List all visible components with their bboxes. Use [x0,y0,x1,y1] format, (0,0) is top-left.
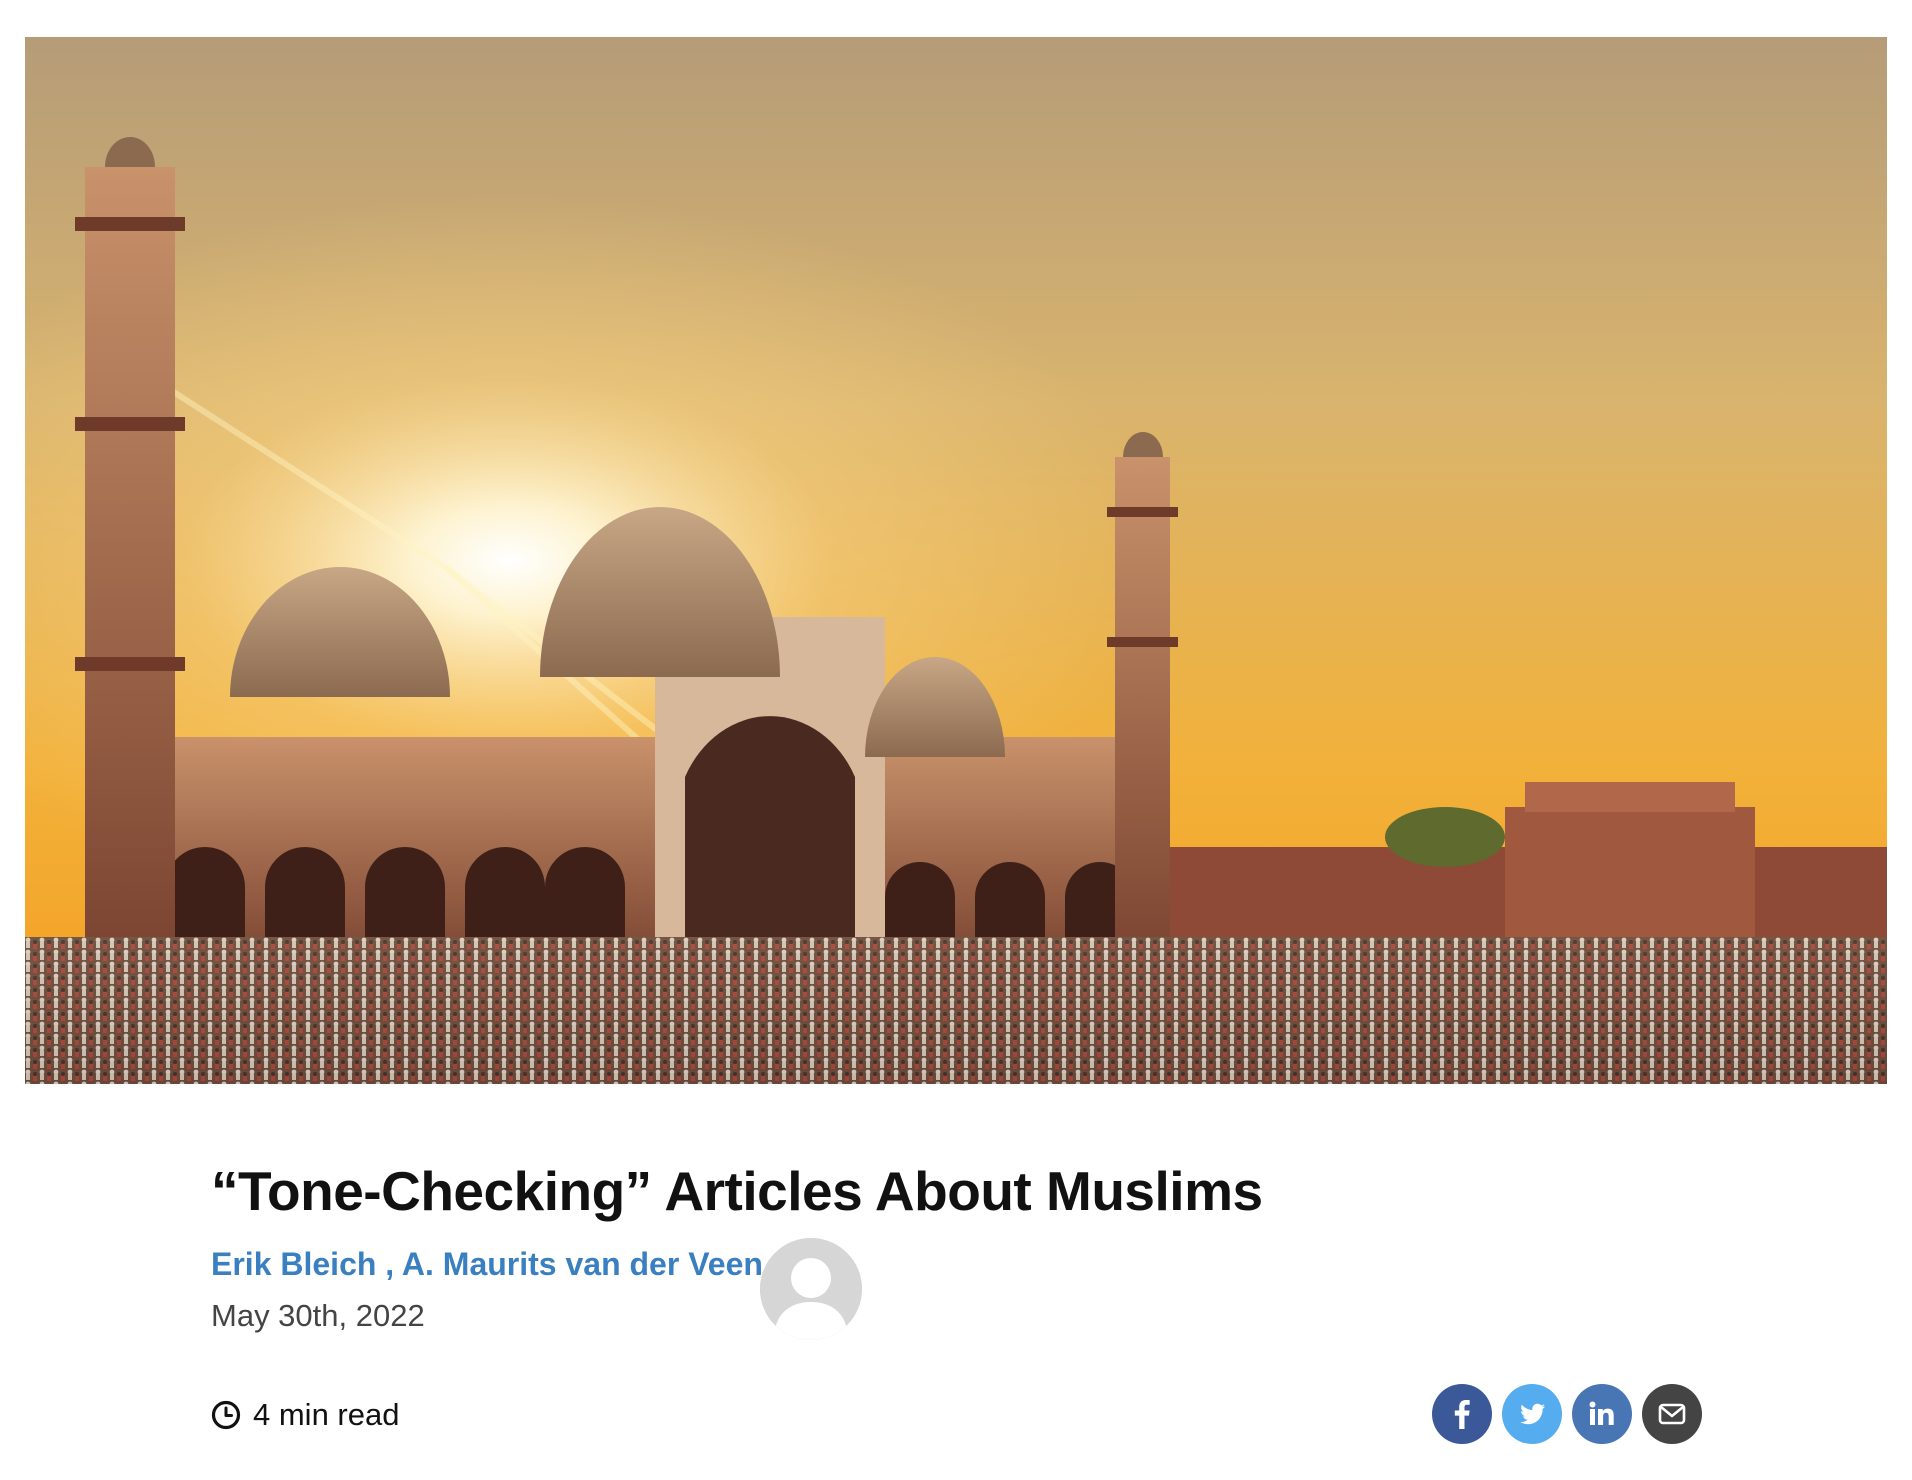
share-facebook-button[interactable] [1432,1384,1492,1444]
article-title: “Tone-Checking” Articles About Muslims [211,1160,1263,1222]
user-placeholder-icon [760,1238,862,1340]
facebook-icon [1454,1400,1470,1429]
share-twitter-button[interactable] [1502,1384,1562,1444]
share-buttons [1432,1384,1702,1444]
publish-date: May 30th, 2022 [211,1298,425,1333]
article-authors: Erik Bleich , A. Maurits van der Veen [211,1244,763,1284]
envelope-icon [1658,1403,1686,1425]
article-page: “Tone-Checking” Articles About Muslims E… [0,0,1912,1480]
author-link-maurits-van-der-veen[interactable]: A. Maurits van der Veen [402,1246,763,1282]
twitter-icon [1520,1403,1546,1425]
share-linkedin-button[interactable] [1572,1384,1632,1444]
hero-image [25,37,1887,1084]
read-time: 4 min read [211,1395,399,1435]
linkedin-icon [1589,1401,1614,1425]
author-separator: , [376,1246,402,1282]
read-time-label: 4 min read [253,1397,400,1432]
clock-icon [211,1400,241,1430]
author-avatar[interactable] [760,1238,862,1340]
share-email-button[interactable] [1642,1384,1702,1444]
author-link-erik-bleich[interactable]: Erik Bleich [211,1246,376,1282]
